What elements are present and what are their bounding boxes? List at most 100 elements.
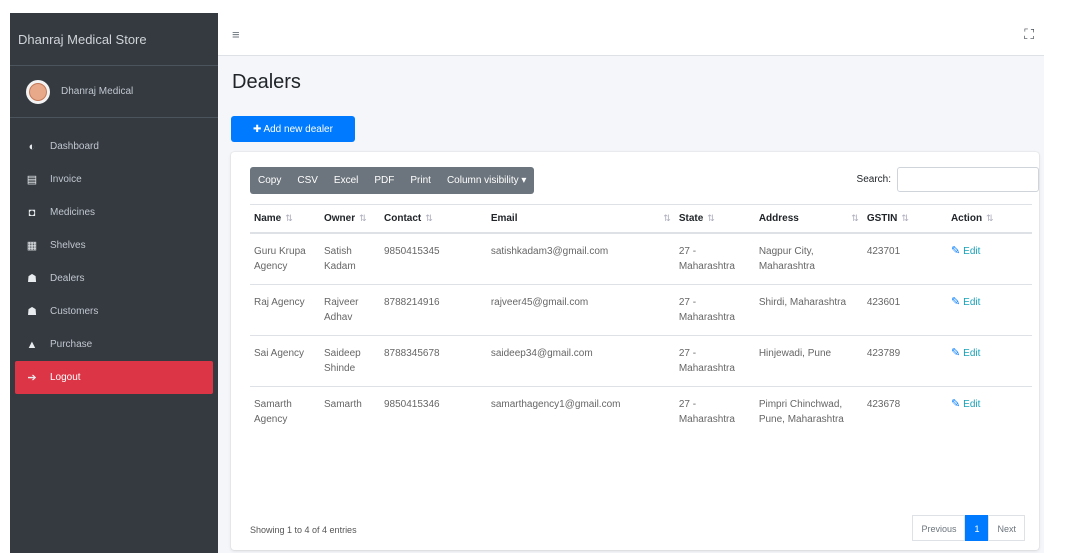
edit-button[interactable]: ✎ Edit	[951, 295, 980, 310]
shelves-icon: ▦	[26, 239, 38, 252]
table-info: Showing 1 to 4 of 4 entries	[250, 525, 357, 535]
cell-state: 27 - Maharashtra	[674, 232, 755, 285]
col-header-state[interactable]: State ⇅	[674, 204, 755, 234]
edit-icon: ✎	[950, 296, 961, 308]
sort-icon: ⇅	[851, 213, 859, 223]
search-label: Search:	[856, 174, 891, 185]
excel-button[interactable]: Excel	[326, 167, 366, 194]
shopping-bag-icon: ▲	[26, 338, 38, 351]
table-row: Guru Krupa Agency Satish Kadam 985041534…	[250, 232, 1032, 285]
sign-out-icon: ➔	[27, 371, 37, 384]
invoice-icon: ▤	[26, 173, 38, 186]
sidebar-item-customers[interactable]: ☗ Customers	[10, 295, 218, 328]
search-input[interactable]	[897, 167, 1039, 192]
users-icon: ☗	[27, 305, 37, 318]
sidebar-item-label: Shelves	[50, 240, 86, 251]
sidebar-nav: ◐ Dashboard ▤ Invoice ◘ Medicines ▦ Shel…	[10, 118, 218, 394]
sidebar-item-shelves[interactable]: ▦ Shelves	[10, 229, 218, 262]
camera-icon: ◘	[28, 206, 36, 219]
cell-address: Shirdi, Maharashtra	[754, 284, 863, 336]
cell-state: 27 - Maharashtra	[674, 386, 755, 437]
csv-button[interactable]: CSV	[289, 167, 326, 194]
cell-address: Pimpri Chinchwad, Pune, Maharashtra	[754, 386, 863, 437]
page-title: Dealers	[232, 71, 301, 93]
col-header-action[interactable]: Action ⇅	[946, 204, 1032, 234]
edit-button[interactable]: ✎ Edit	[951, 397, 980, 412]
sidebar-item-label: Dealers	[50, 273, 85, 284]
cell-contact: 8788214916	[380, 284, 487, 336]
edit-icon: ✎	[950, 347, 961, 359]
col-header-owner[interactable]: Owner ⇅	[320, 204, 380, 234]
sort-icon: ⇅	[986, 213, 994, 223]
col-header-email[interactable]: Email ⇅	[486, 204, 675, 234]
hamburger-menu-icon[interactable]: ≡	[232, 27, 240, 42]
edit-icon: ✎	[950, 245, 961, 257]
tachometer-icon: ◐	[28, 140, 36, 153]
edit-button[interactable]: ✎ Edit	[951, 244, 980, 259]
table-row: Samarth Agency Samarth 9850415346 samart…	[250, 386, 1032, 437]
print-button[interactable]: Print	[402, 167, 439, 194]
cell-contact: 9850415345	[380, 232, 487, 285]
sidebar-item-dashboard[interactable]: ◐ Dashboard	[10, 130, 218, 163]
sort-icon: ⇅	[425, 213, 433, 223]
sidebar-item-invoice[interactable]: ▤ Invoice	[10, 163, 218, 196]
sidebar-item-label: Customers	[50, 306, 99, 317]
cell-action: ✎ Edit	[946, 386, 1032, 437]
edit-button[interactable]: ✎ Edit	[951, 346, 980, 361]
cell-state: 27 - Maharashtra	[674, 284, 755, 336]
cell-address: Nagpur City, Maharashtra	[754, 232, 863, 285]
sidebar-item-label: Invoice	[50, 174, 82, 185]
search-area: Search:	[857, 167, 1039, 192]
cell-contact: 9850415346	[380, 386, 487, 437]
cell-email: rajveer45@gmail.com	[486, 284, 675, 336]
top-navbar: ≡ ⛶	[218, 13, 1044, 56]
cell-name: Raj Agency	[250, 284, 320, 336]
pagination: Previous 1 Next	[912, 515, 1025, 541]
pdf-button[interactable]: PDF	[366, 167, 402, 194]
brand-title[interactable]: Dhanraj Medical Store	[10, 13, 218, 66]
cell-owner: Saideep Shinde	[320, 335, 380, 387]
sidebar: Dhanraj Medical Store Dhanraj Medical ◐ …	[10, 13, 218, 553]
dealers-card: Copy CSV Excel PDF Print Column visibili…	[231, 152, 1039, 550]
sidebar-item-label: Purchase	[50, 339, 93, 350]
fullscreen-icon[interactable]: ⛶	[1024, 26, 1034, 43]
previous-page-button[interactable]: Previous	[912, 515, 966, 541]
table-header-row: Name ⇅ Owner ⇅ Contact ⇅ Email ⇅ State ⇅ Addr…	[250, 204, 1032, 234]
cell-action: ✎ Edit	[946, 284, 1032, 336]
cell-email: saideep34@gmail.com	[486, 335, 675, 387]
add-dealer-button[interactable]: ✚ Add new dealer	[231, 116, 355, 142]
cell-state: 27 - Maharashtra	[674, 335, 755, 387]
users-icon: ☗	[27, 272, 37, 285]
dealers-table: Name ⇅ Owner ⇅ Contact ⇅ Email ⇅ State ⇅ Addr…	[250, 204, 1032, 437]
sidebar-item-label: Logout	[50, 372, 81, 383]
cell-gstin: 423678	[862, 386, 947, 437]
sidebar-item-logout[interactable]: ➔ Logout	[15, 361, 213, 394]
sidebar-item-label: Dashboard	[50, 141, 99, 152]
col-header-gstin[interactable]: GSTIN ⇅	[862, 204, 947, 234]
col-header-name[interactable]: Name ⇅	[250, 204, 320, 234]
sidebar-item-dealers[interactable]: ☗ Dealers	[10, 262, 218, 295]
main-content: ≡ ⛶ Dealers ✚ Add new dealer Copy CSV Ex…	[218, 13, 1044, 553]
cell-owner: Satish Kadam	[320, 232, 380, 285]
copy-button[interactable]: Copy	[250, 167, 289, 194]
plus-icon: ✚	[253, 123, 262, 135]
page-1-button[interactable]: 1	[965, 515, 989, 541]
sidebar-item-medicines[interactable]: ◘ Medicines	[10, 196, 218, 229]
col-header-address[interactable]: Address ⇅	[754, 204, 863, 234]
sidebar-item-purchase[interactable]: ▲ Purchase	[10, 328, 218, 361]
next-page-button[interactable]: Next	[988, 515, 1025, 541]
cell-email: samarthagency1@gmail.com	[486, 386, 675, 437]
column-visibility-button[interactable]: Column visibility ▾	[439, 167, 534, 194]
export-button-group: Copy CSV Excel PDF Print Column visibili…	[250, 167, 535, 194]
cell-name: Guru Krupa Agency	[250, 232, 320, 285]
avatar	[26, 79, 50, 104]
table-row: Sai Agency Saideep Shinde 8788345678 sai…	[250, 335, 1032, 387]
user-name[interactable]: Dhanraj Medical	[61, 86, 133, 97]
col-header-contact[interactable]: Contact ⇅	[380, 204, 487, 234]
cell-name: Sai Agency	[250, 335, 320, 387]
cell-name: Samarth Agency	[250, 386, 320, 437]
sort-icon: ⇅	[359, 213, 367, 223]
sort-icon: ⇅	[707, 213, 715, 223]
add-dealer-label: Add new dealer	[263, 123, 333, 135]
cell-address: Hinjewadi, Pune	[754, 335, 863, 387]
